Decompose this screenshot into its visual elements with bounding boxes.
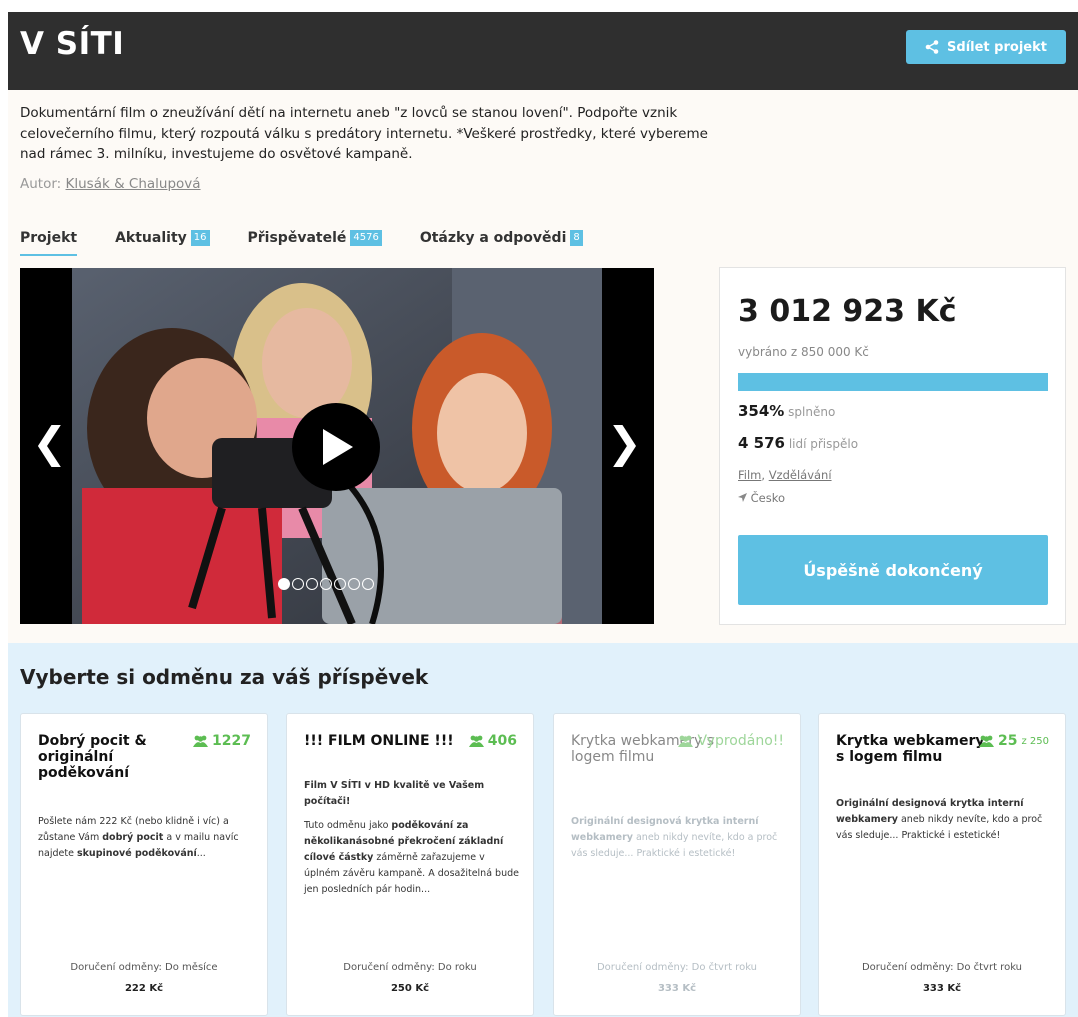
project-gallery: ❮ ❯ bbox=[20, 268, 654, 624]
funding-progress-fill bbox=[738, 373, 1048, 391]
reward-description: Originální designová krytka interní webk… bbox=[571, 816, 778, 859]
location-label: Česko bbox=[750, 491, 786, 505]
reward-count-value: 406 bbox=[487, 733, 517, 749]
reward-delivery: Doručení odměny: Do čtvrt roku bbox=[596, 962, 758, 973]
gallery-dot[interactable] bbox=[278, 578, 290, 590]
tab-label: Přispěvatelé bbox=[247, 230, 347, 246]
reward-price: 333 Kč bbox=[922, 983, 962, 994]
reward-delivery: Doručení odměny: Do měsíce bbox=[70, 962, 218, 973]
gallery-dot[interactable] bbox=[306, 578, 318, 590]
funding-stats: 3 012 923 Kč vybráno z 850 000 Kč 354% s… bbox=[719, 267, 1066, 625]
funding-progress-bar bbox=[738, 373, 1048, 391]
reward-card[interactable]: Dobrý pocit & originální poděkování 1227 P… bbox=[20, 713, 268, 1016]
backers-count: 4 576 lidí přispělo bbox=[738, 434, 858, 452]
reward-title: Krytka webkamery s logem filmu bbox=[836, 733, 985, 765]
reward-backers-count: 406 bbox=[468, 733, 517, 749]
reward-count-limit: z 250 bbox=[1021, 735, 1049, 747]
project-categories: Film, Vzdělávání bbox=[738, 468, 832, 482]
project-author: Autor: Klusák & Chalupová bbox=[20, 176, 201, 192]
tab-label: Projekt bbox=[20, 230, 78, 246]
project-location: Česko bbox=[738, 491, 785, 505]
percent-value: 354% bbox=[738, 402, 785, 420]
gallery-dot[interactable] bbox=[292, 578, 304, 590]
tab-prispevatele[interactable]: Přispěvatelé 4576 bbox=[248, 230, 382, 256]
gallery-dot[interactable] bbox=[348, 578, 360, 590]
people-icon bbox=[193, 735, 209, 747]
play-video-button[interactable] bbox=[292, 403, 380, 491]
reward-backers-count: Vyprodáno!! bbox=[678, 733, 784, 749]
project-tabs: Projekt Aktuality 16 Přispěvatelé 4576 O… bbox=[20, 230, 583, 258]
gallery-prev-button[interactable]: ❮ bbox=[32, 418, 67, 467]
category-separator: , bbox=[761, 468, 769, 482]
category-link-film[interactable]: Film bbox=[738, 468, 761, 482]
gallery-pagination bbox=[278, 578, 374, 590]
reward-count-value: Vyprodáno!! bbox=[697, 733, 784, 749]
project-header: V SÍTI Sdílet projekt bbox=[8, 12, 1078, 90]
gallery-next-button[interactable]: ❯ bbox=[607, 418, 642, 467]
rewards-section: Vyberte si odměnu za váš příspěvek Dobrý… bbox=[8, 643, 1078, 1017]
people-icon bbox=[678, 735, 694, 747]
tab-count-badge: 8 bbox=[570, 230, 583, 246]
location-arrow-icon bbox=[738, 493, 747, 502]
project-description: Dokumentární film o zneužívání dětí na i… bbox=[20, 105, 708, 162]
rewards-title: Vyberte si odměnu za váš příspěvek bbox=[20, 665, 429, 689]
reward-count-value: 25 bbox=[998, 733, 1018, 749]
reward-price: 333 Kč bbox=[657, 983, 697, 994]
reward-title: !!! FILM ONLINE !!! bbox=[304, 733, 454, 749]
reward-card[interactable]: !!! FILM ONLINE !!! 406 Film V SÍTI v HD k… bbox=[286, 713, 534, 1016]
percent-funded: 354% splněno bbox=[738, 402, 835, 420]
gallery-dot[interactable] bbox=[320, 578, 332, 590]
gallery-dot[interactable] bbox=[334, 578, 346, 590]
reward-price: 250 Kč bbox=[390, 983, 430, 994]
author-label: Autor: bbox=[20, 176, 62, 192]
tab-label: Otázky a odpovědi bbox=[419, 230, 567, 246]
campaign-status-button[interactable]: Úspěšně dokončený bbox=[738, 535, 1048, 605]
tab-label: Aktuality bbox=[115, 230, 187, 246]
tab-count-badge: 4576 bbox=[350, 230, 382, 246]
author-link[interactable]: Klusák & Chalupová bbox=[66, 176, 201, 192]
share-icon bbox=[925, 40, 939, 54]
reward-description: Originální designová krytka interní webk… bbox=[836, 798, 1043, 841]
gallery-dot[interactable] bbox=[362, 578, 374, 590]
reward-delivery: Doručení odměny: Do roku bbox=[343, 962, 477, 973]
reward-description: Pošlete nám 222 Kč (nebo klidně i víc) a… bbox=[38, 816, 239, 859]
play-icon bbox=[323, 429, 353, 465]
reward-card[interactable]: Krytka webkamery s logem filmu 25 z 250 Ori… bbox=[818, 713, 1066, 1016]
reward-delivery: Doručení odměny: Do čtvrt roku bbox=[861, 962, 1023, 973]
reward-count-value: 1227 bbox=[212, 733, 251, 749]
reward-card[interactable]: Krytka webkamery s logem filmu Vyprodáno!… bbox=[553, 713, 801, 1016]
backers-value: 4 576 bbox=[738, 434, 785, 452]
reward-backers-count: 25 z 250 bbox=[979, 733, 1049, 749]
tab-aktuality[interactable]: Aktuality 16 bbox=[115, 230, 210, 256]
reward-description: Film V SÍTI v HD kvalitě ve Vašem počíta… bbox=[304, 780, 519, 895]
backers-label: lidí přispělo bbox=[788, 437, 859, 451]
amount-raised: 3 012 923 Kč bbox=[738, 294, 957, 329]
share-project-label: Sdílet projekt bbox=[947, 39, 1047, 55]
tab-count-badge: 16 bbox=[190, 230, 210, 246]
reward-price: 222 Kč bbox=[124, 983, 164, 994]
project-content: Dokumentární film o zneužívání dětí na i… bbox=[8, 90, 1078, 643]
project-title: V SÍTI bbox=[20, 26, 125, 62]
reward-backers-count: 1227 bbox=[193, 733, 251, 749]
percent-label: splněno bbox=[788, 405, 836, 419]
share-project-button[interactable]: Sdílet projekt bbox=[906, 30, 1066, 64]
funding-goal: vybráno z 850 000 Kč bbox=[738, 345, 869, 359]
people-icon bbox=[979, 735, 994, 747]
tab-otazky-a-odpovedi[interactable]: Otázky a odpovědi 8 bbox=[420, 230, 583, 256]
people-icon bbox=[468, 735, 484, 747]
tab-projekt[interactable]: Projekt bbox=[20, 230, 78, 256]
reward-title: Dobrý pocit & originální poděkování bbox=[38, 733, 147, 781]
category-link-vzdelavani[interactable]: Vzdělávání bbox=[769, 468, 832, 482]
